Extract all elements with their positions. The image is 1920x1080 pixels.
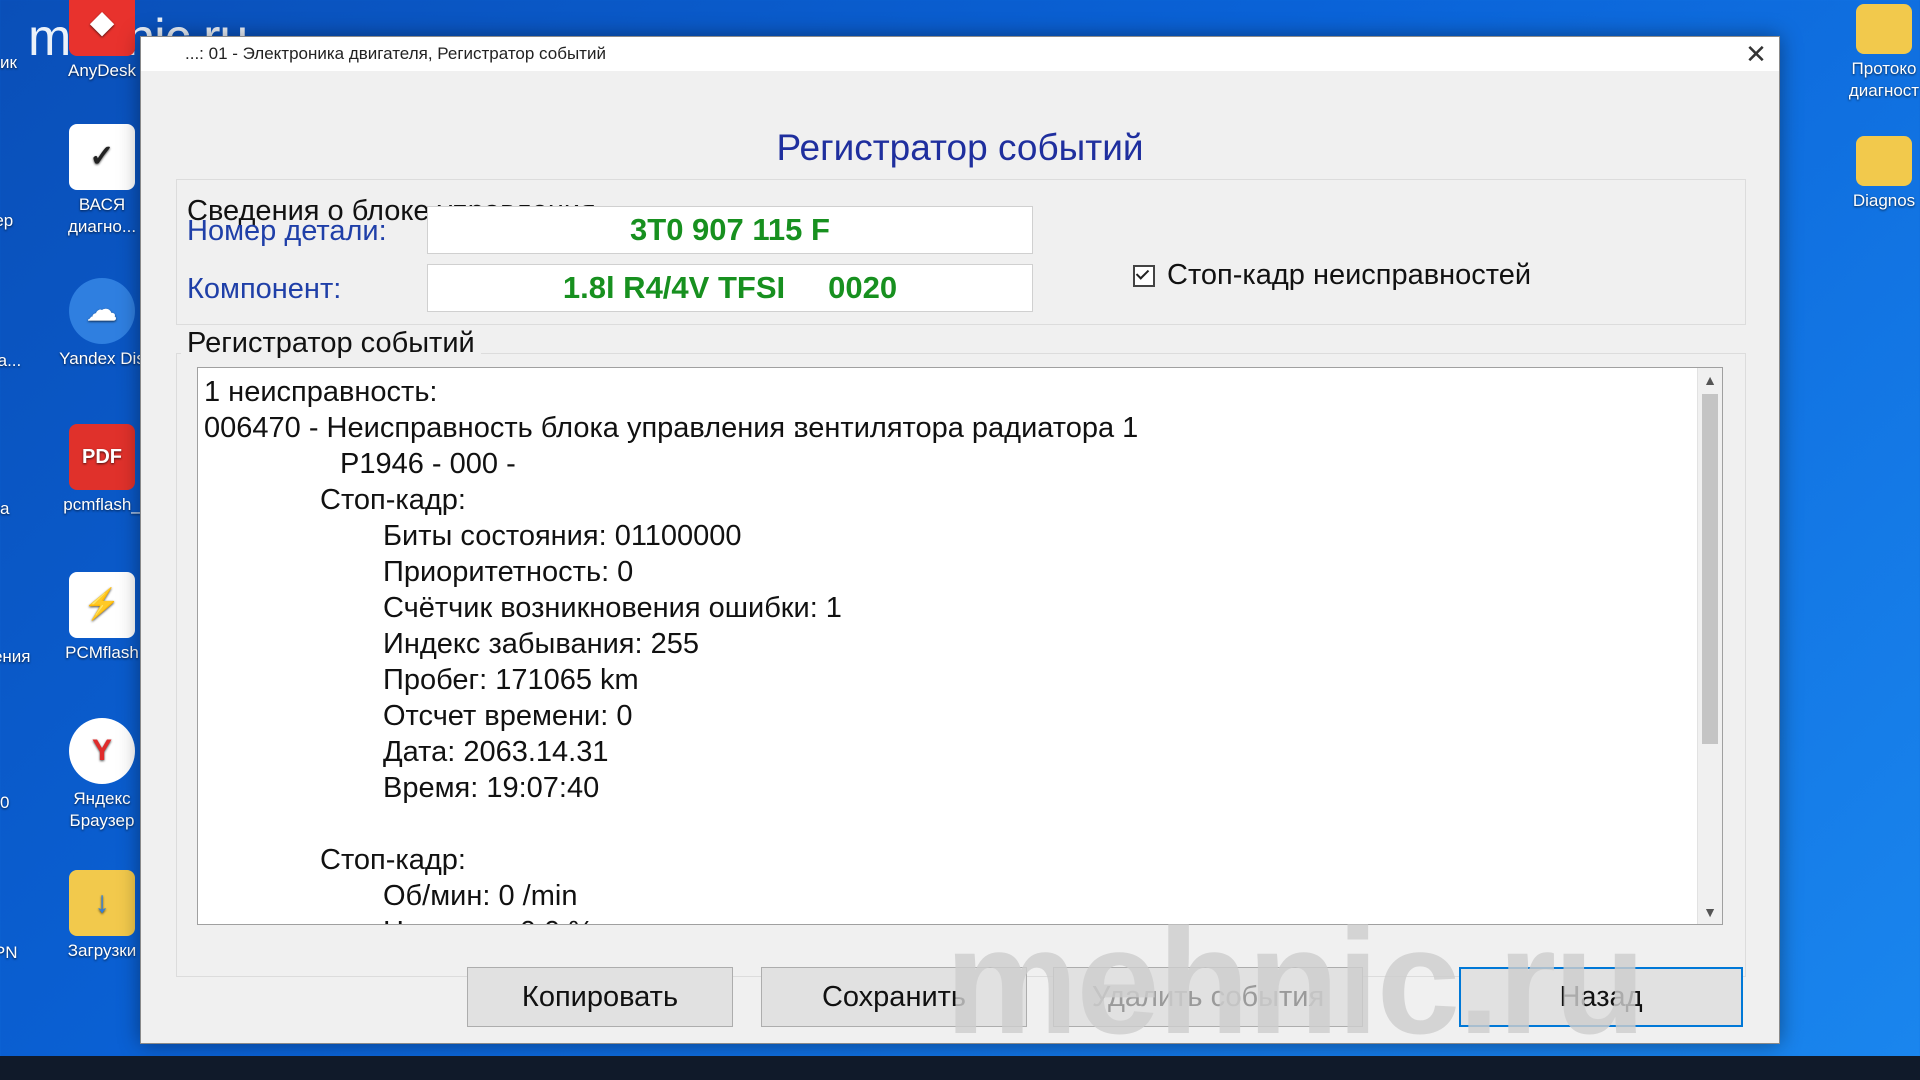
- checkbox-checked-icon[interactable]: [1133, 264, 1155, 287]
- save-button[interactable]: Сохранить: [761, 967, 1027, 1027]
- scrollbar-thumb[interactable]: [1702, 394, 1718, 744]
- desktop-icon-partial[interactable]: Loa...: [0, 350, 40, 372]
- desktop-icon-label: pcmflash_: [63, 495, 141, 514]
- desktop-icon-downloads[interactable]: ↓ Загрузки: [52, 870, 152, 962]
- event-log-group-title: Регистратор событий: [181, 327, 481, 360]
- desktop-icon-partial[interactable]: атик: [0, 52, 40, 74]
- desktop-icon-label: Яндекс Браузер: [69, 789, 135, 830]
- anydesk-icon: ◆: [69, 0, 135, 56]
- close-button[interactable]: ✕: [1733, 37, 1779, 71]
- desktop-icon-anydesk[interactable]: ◆ AnyDesk: [52, 0, 152, 82]
- log-line: Время: 19:07:40: [383, 772, 600, 804]
- desktop-icon-label: VPN: [0, 943, 18, 962]
- log-line: Приоритетность: 0: [383, 556, 634, 588]
- log-line: Счётчик возникновения ошибки: 1: [383, 592, 842, 624]
- freeze-frame-checkbox[interactable]: Стоп-кадр неисправностей: [1133, 259, 1531, 292]
- desktop-icon-partial[interactable]: VPN: [0, 942, 40, 964]
- part-number-field[interactable]: 3T0 907 115 F: [427, 206, 1033, 254]
- desktop-icon-label: 00: [0, 793, 10, 812]
- log-line: Индекс забывания: 255: [383, 628, 699, 660]
- log-line: Нагрузка: 0.0 %: [383, 916, 594, 924]
- desktop-icon-label: Загрузки: [67, 941, 137, 960]
- log-line: Стоп-кадр:: [320, 484, 466, 516]
- desktop-icon-label: AnyDesk: [67, 61, 137, 80]
- scroll-down-icon[interactable]: ▼: [1698, 900, 1722, 924]
- yandex-disk-icon: ☁: [69, 278, 135, 344]
- log-line: Биты состояния: 01100000: [383, 520, 742, 552]
- event-log-textbox[interactable]: 1 неисправность: 006470 - Неисправность …: [197, 367, 1723, 925]
- log-line: 1 неисправность:: [204, 376, 438, 408]
- desktop-icon-label: тер: [0, 211, 14, 230]
- back-button[interactable]: Назад: [1459, 967, 1743, 1027]
- close-icon: ✕: [1745, 38, 1767, 69]
- desktop-icon-label: Yandex Dis: [59, 349, 145, 368]
- log-line: Пробег: 171065 km: [383, 664, 639, 696]
- log-line: P1946 - 000 -: [340, 448, 516, 480]
- folder-icon: ↓: [69, 870, 135, 936]
- desktop-icon-protocols[interactable]: Протоко диагност: [1834, 4, 1920, 102]
- desktop-icon-label: PCMflash: [65, 643, 139, 662]
- page-title: Регистратор событий: [776, 127, 1144, 168]
- freeze-frame-label: Стоп-кадр неисправностей: [1167, 259, 1532, 291]
- delete-events-button[interactable]: Удалить события: [1053, 967, 1363, 1027]
- event-log-scrollbar[interactable]: ▲ ▼: [1697, 368, 1722, 924]
- desktop-icon-partial[interactable]: тер: [0, 210, 40, 232]
- log-line: 006470 - Неисправность блока управления …: [204, 412, 1139, 444]
- title-bar[interactable]: ...: 01 - Электроника двигателя, Регистр…: [141, 37, 1779, 71]
- desktop-icon-pcmflash-pdf[interactable]: PDF pcmflash_: [52, 424, 152, 516]
- desktop-icon-yandex-disk[interactable]: ☁ Yandex Dis: [52, 278, 152, 370]
- taskbar[interactable]: [0, 1056, 1920, 1080]
- desktop-icon-yandex-browser[interactable]: Y Яндекс Браузер: [52, 718, 152, 832]
- desktop-icon-partial[interactable]: 00: [0, 792, 40, 814]
- desktop-icon-vasya[interactable]: ✓ ВАСЯ диагно...: [52, 124, 152, 238]
- desktop-icon-label: ль ения: [0, 647, 31, 666]
- desktop-icon-label: Diagnos: [1852, 191, 1916, 210]
- desktop-icon-label: ВАСЯ диагно...: [67, 195, 137, 236]
- component-field[interactable]: 1.8l R4/4V TFSI 0020: [427, 264, 1033, 312]
- desktop-icon-label: атик: [0, 53, 17, 72]
- desktop-icon-label: на: [0, 499, 10, 518]
- log-line: Отсчет времени: 0: [383, 700, 633, 732]
- event-recorder-window: ...: 01 - Электроника двигателя, Регистр…: [140, 36, 1780, 1044]
- folder-icon: [1856, 136, 1912, 186]
- log-line: Стоп-кадр:: [320, 844, 466, 876]
- desktop-icon-pcmflash[interactable]: ⚡ PCMflash: [52, 572, 152, 664]
- copy-button[interactable]: Копировать: [467, 967, 733, 1027]
- component-label: Компонент:: [187, 273, 342, 305]
- pdf-icon: PDF: [69, 424, 135, 490]
- log-line: Дата: 2063.14.31: [383, 736, 609, 768]
- desktop-icon-diagnos[interactable]: Diagnos: [1834, 136, 1920, 212]
- window-title: ...: 01 - Электроника двигателя, Регистр…: [185, 44, 606, 63]
- desktop-icon-partial[interactable]: на: [0, 498, 40, 520]
- pcmflash-icon: ⚡: [69, 572, 135, 638]
- part-number-label: Номер детали:: [187, 215, 387, 247]
- scroll-up-icon[interactable]: ▲: [1698, 368, 1722, 392]
- desktop-icon-partial[interactable]: ль ения: [0, 646, 40, 668]
- desktop-icon-label: Loa...: [0, 351, 22, 370]
- desktop-icon-label: Протоко диагност: [1848, 59, 1920, 100]
- folder-icon: [1856, 4, 1912, 54]
- log-line: Об/мин: 0 /min: [383, 880, 578, 912]
- vasya-diag-icon: ✓: [69, 124, 135, 190]
- yandex-browser-icon: Y: [69, 718, 135, 784]
